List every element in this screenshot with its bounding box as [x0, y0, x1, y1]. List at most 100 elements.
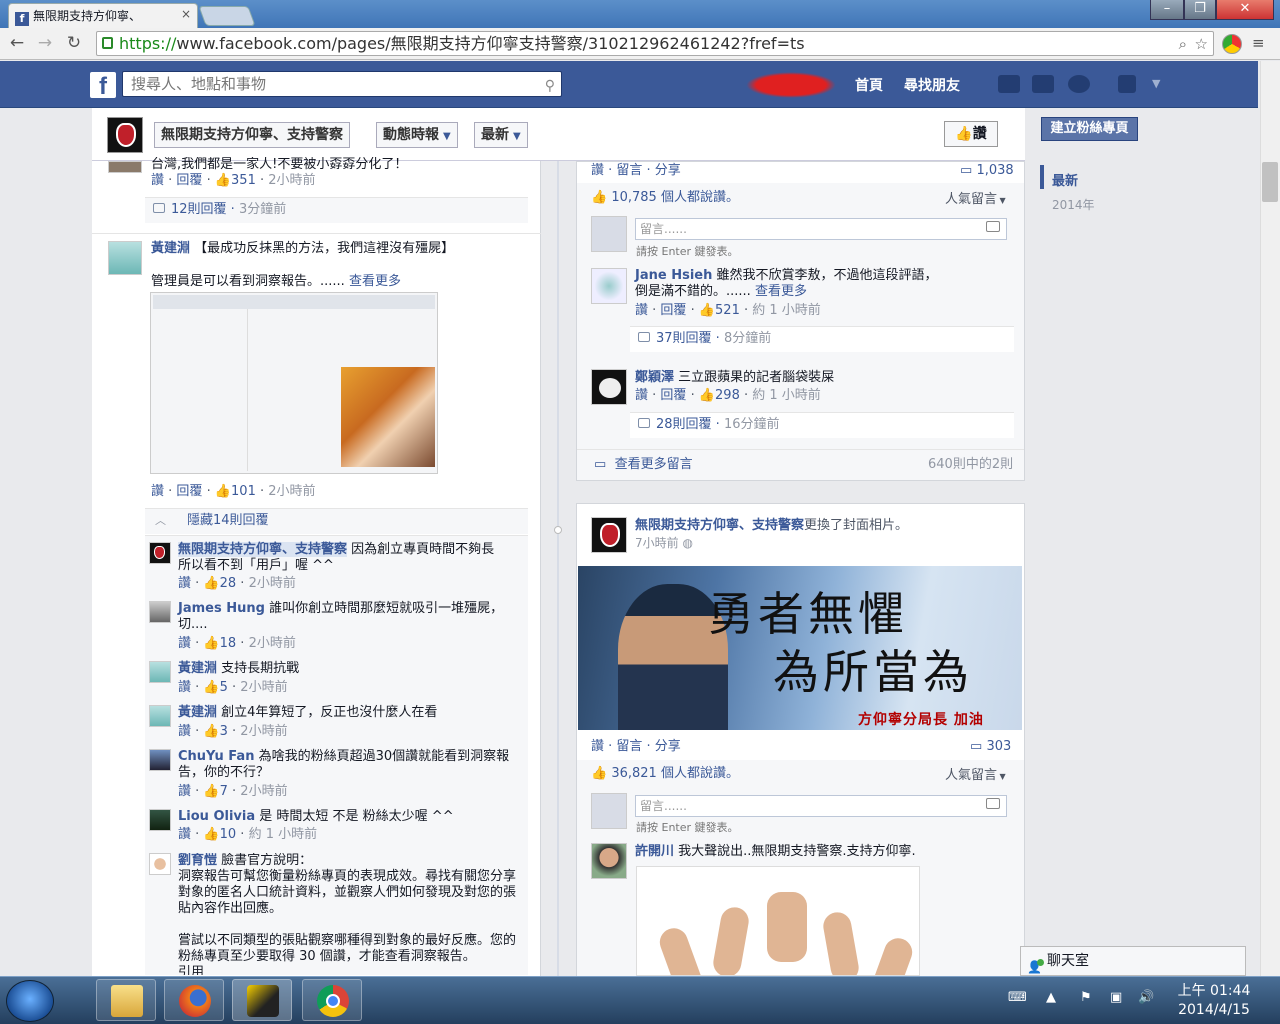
commenter-name[interactable]: James Hung: [178, 601, 265, 616]
like-link[interactable]: 讚: [151, 484, 164, 499]
post-actions[interactable]: 讚 · 留言 · 分享: [591, 739, 681, 755]
avatar[interactable]: [149, 705, 171, 727]
network-icon[interactable]: ▣: [1110, 990, 1126, 1006]
timeline-filter-dropdown[interactable]: 動態時報 ▼: [376, 122, 458, 148]
top-comments-dropdown[interactable]: 人氣留言 ▼: [945, 768, 1006, 785]
commenter-name[interactable]: Jane Hsieh: [635, 268, 712, 283]
reply-link[interactable]: 回覆: [660, 388, 686, 403]
like-count[interactable]: 👍28: [203, 576, 236, 591]
like-count[interactable]: 👍3: [203, 724, 227, 739]
forward-icon[interactable]: →: [34, 32, 56, 54]
comment-count[interactable]: ▭ 1,038: [960, 163, 1014, 179]
avatar[interactable]: [149, 853, 171, 875]
see-more-link[interactable]: 查看更多: [755, 284, 807, 299]
commenter-name[interactable]: 黃建淵: [178, 705, 217, 720]
avatar[interactable]: [591, 843, 627, 879]
avatar[interactable]: [591, 369, 627, 405]
reload-icon[interactable]: ↻: [63, 32, 85, 54]
like-link[interactable]: 讚: [178, 827, 191, 842]
system-clock[interactable]: 上午 01:44 2014/4/15: [1168, 982, 1260, 1020]
likes-summary[interactable]: 👍 10,785 個人都說讚。: [591, 190, 739, 206]
avatar[interactable]: [149, 661, 171, 683]
nav-find-friends[interactable]: 尋找朋友: [904, 75, 960, 95]
tray-expand-icon[interactable]: ▲: [1046, 990, 1062, 1006]
back-icon[interactable]: ←: [6, 32, 28, 54]
like-link[interactable]: 讚: [178, 636, 191, 651]
post-time[interactable]: 7小時前 ◍: [635, 535, 693, 551]
year-2014[interactable]: 2014年: [1052, 196, 1095, 213]
comment-count[interactable]: ▭ 303: [970, 739, 1011, 755]
zoom-icon[interactable]: ⌕: [1179, 33, 1187, 55]
page-name-link[interactable]: 無限期支持方仰寧、支持警察: [635, 518, 804, 533]
avatar[interactable]: [149, 749, 171, 771]
avatar[interactable]: [149, 542, 171, 564]
insights-screenshot-image[interactable]: [150, 292, 438, 474]
hide-replies-toggle[interactable]: ︿ 隱藏14則回覆: [145, 508, 528, 534]
browser-tab[interactable]: f 無限期支持方仰寧、 ×: [8, 3, 198, 28]
like-count[interactable]: 👍101: [215, 484, 256, 499]
nav-home[interactable]: 首頁: [855, 75, 883, 95]
camera-icon[interactable]: [986, 221, 1000, 232]
friend-requests-icon[interactable]: [998, 75, 1020, 93]
page-avatar[interactable]: [107, 117, 143, 153]
thumbs-up-photo[interactable]: [636, 866, 920, 976]
search-icon[interactable]: ⚲: [545, 74, 555, 98]
like-count[interactable]: 👍5: [203, 680, 227, 695]
like-count[interactable]: 👍7: [203, 784, 227, 799]
likes-summary[interactable]: 👍 36,821 個人都說讚。: [591, 766, 739, 782]
commenter-name[interactable]: Liou Olivia: [178, 809, 255, 824]
like-link[interactable]: 讚: [178, 724, 191, 739]
page-name-button[interactable]: 無限期支持方仰寧、支持警察: [154, 122, 350, 148]
replies-toggle[interactable]: 37則回覆 · 8分鐘前: [630, 326, 1014, 352]
like-count[interactable]: 👍298: [699, 388, 740, 403]
like-link[interactable]: 讚: [178, 784, 191, 799]
commenter-name[interactable]: 劉育愷: [178, 853, 217, 868]
new-tab-button[interactable]: [198, 6, 256, 26]
like-count[interactable]: 👍521: [699, 303, 740, 318]
close-window-button[interactable]: ✕: [1216, 0, 1274, 20]
avatar[interactable]: [149, 809, 171, 831]
like-link[interactable]: 讚: [151, 173, 164, 188]
address-bar[interactable]: https://www.facebook.com/pages/無限期支持方仰寧支…: [96, 31, 1214, 56]
commenter-name[interactable]: ChuYu Fan: [178, 749, 254, 764]
volume-icon[interactable]: 🔊: [1138, 990, 1154, 1006]
commenter-name[interactable]: 黃建淵: [178, 661, 217, 676]
page-avatar[interactable]: [591, 517, 627, 553]
messages-icon[interactable]: [1032, 75, 1054, 93]
cover-photo[interactable]: 勇者無懼 為所當為 方仰寧分局長 加油: [578, 566, 1022, 730]
commenter-name[interactable]: 鄭穎澤: [635, 370, 674, 385]
avatar[interactable]: [591, 268, 627, 304]
avatar[interactable]: [149, 601, 171, 623]
chat-bar[interactable]: 👤 聊天室: [1020, 946, 1246, 976]
extension-icon[interactable]: [1222, 34, 1242, 54]
keyboard-icon[interactable]: ⌨: [1008, 990, 1027, 1006]
search-input[interactable]: 搜尋人、地點和事物 ⚲: [122, 71, 562, 97]
see-more-link[interactable]: 查看更多: [349, 274, 401, 289]
explorer-taskbar-button[interactable]: [96, 979, 156, 1021]
top-comments-dropdown[interactable]: 人氣留言 ▼: [945, 192, 1006, 209]
camera-icon[interactable]: [986, 798, 1000, 809]
comment-input[interactable]: 留言......: [635, 795, 1007, 817]
chrome-menu-icon[interactable]: ≡: [1252, 34, 1268, 52]
like-count[interactable]: 👍18: [203, 636, 236, 651]
reply-link[interactable]: 回覆: [660, 303, 686, 318]
reply-link[interactable]: 回覆: [176, 173, 202, 188]
replies-toggle[interactable]: 12則回覆 · 3分鐘前: [145, 197, 528, 223]
like-link[interactable]: 讚: [178, 576, 191, 591]
like-link[interactable]: 讚: [178, 680, 191, 695]
avatar[interactable]: [108, 241, 142, 275]
latest-filter-dropdown[interactable]: 最新 ▼: [474, 122, 528, 148]
comment-input[interactable]: 留言......: [635, 218, 1007, 240]
redacted-user-name[interactable]: [746, 72, 836, 98]
minimize-button[interactable]: –: [1150, 0, 1184, 20]
view-more-comments[interactable]: ▭ 查看更多留言: [594, 457, 693, 473]
like-page-button[interactable]: 👍讚: [944, 121, 998, 147]
commenter-name[interactable]: 許開川: [635, 844, 674, 859]
avatar[interactable]: [108, 161, 142, 173]
maximize-button[interactable]: ❐: [1184, 0, 1216, 20]
bookmark-star-icon[interactable]: ☆: [1195, 33, 1208, 55]
chrome-taskbar-button[interactable]: [302, 979, 362, 1021]
commenter-name[interactable]: 無限期支持方仰寧、支持警察: [178, 542, 348, 557]
replies-toggle[interactable]: 28則回覆 · 16分鐘前: [630, 412, 1014, 438]
like-link[interactable]: 讚: [635, 388, 648, 403]
